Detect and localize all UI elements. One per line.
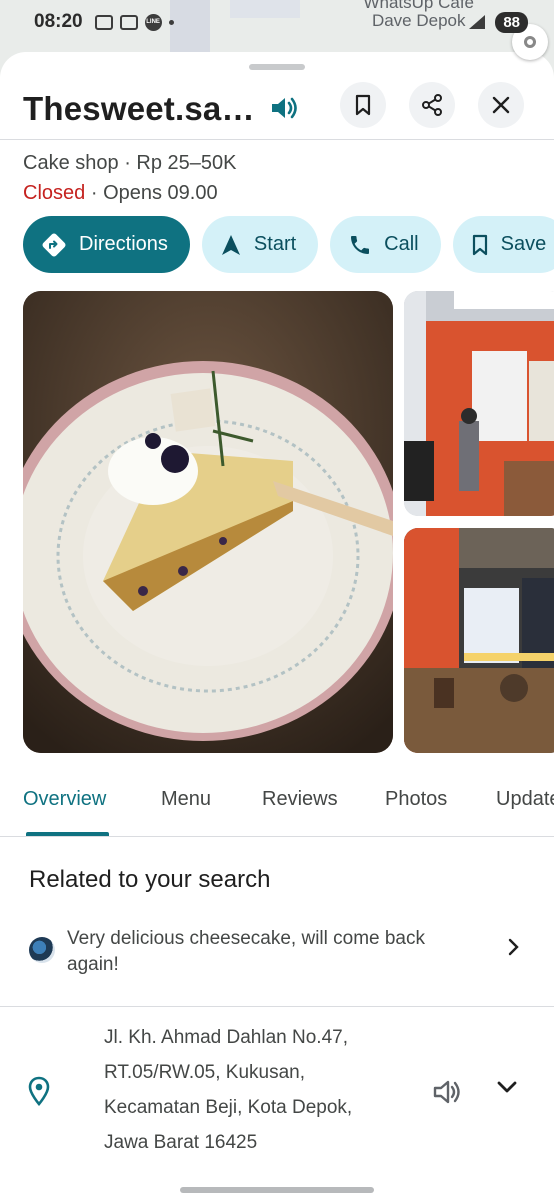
tab-updates[interactable]: Updates bbox=[496, 788, 554, 811]
bookmark-icon bbox=[355, 94, 371, 116]
save-place-button[interactable] bbox=[340, 82, 386, 128]
category-line: Cake shop · Rp 25–50K bbox=[23, 152, 237, 175]
hours-line[interactable]: Closed · Opens 09.00 bbox=[23, 182, 218, 205]
wallet-notification-icon bbox=[119, 14, 138, 30]
share-icon bbox=[422, 94, 442, 116]
tab-photos[interactable]: Photos bbox=[385, 788, 447, 811]
address-row[interactable]: Jl. Kh. Ahmad Dahlan No.47, RT.05/RW.05,… bbox=[0, 1020, 554, 1160]
review-text-line: again! bbox=[67, 954, 119, 975]
save-button[interactable]: Save bbox=[452, 216, 554, 273]
separator: · bbox=[124, 152, 131, 174]
place-title: Thesweet.sa… bbox=[23, 90, 255, 127]
start-label: Start bbox=[253, 233, 297, 255]
address-line: Kecamatan Beji, Kota Depok, bbox=[104, 1097, 353, 1118]
speaker-icon[interactable] bbox=[432, 1078, 464, 1106]
directions-label: Directions bbox=[79, 233, 168, 255]
status-bar: 08:20 LINE 88 bbox=[0, 0, 554, 44]
sheet-drag-handle[interactable] bbox=[249, 64, 305, 70]
separator: · bbox=[90, 182, 98, 204]
category-label: Cake shop bbox=[23, 152, 119, 174]
photo-carousel[interactable] bbox=[23, 291, 554, 753]
bookmark-icon bbox=[472, 234, 487, 255]
speaker-icon bbox=[272, 97, 297, 119]
directions-icon bbox=[42, 233, 66, 256]
place-tabs: Overview Menu Reviews Photos Updates bbox=[0, 772, 554, 836]
tab-reviews[interactable]: Reviews bbox=[262, 788, 338, 811]
address-line: Jawa Barat 16425 bbox=[104, 1132, 258, 1153]
price-range: Rp 25–50K bbox=[136, 152, 237, 174]
tabs-divider bbox=[0, 836, 554, 837]
address-line: Jl. Kh. Ahmad Dahlan No.47, bbox=[104, 1027, 348, 1048]
chevron-down-icon[interactable] bbox=[496, 1080, 518, 1094]
related-review-item[interactable]: Very delicious cheesecake, will come bac… bbox=[29, 924, 529, 984]
cheesecake-image bbox=[23, 291, 393, 753]
status-time: 08:20 bbox=[34, 11, 83, 32]
cafe-seating-image bbox=[404, 528, 554, 753]
opening-time: Opens 09.00 bbox=[103, 182, 218, 204]
open-status: Closed bbox=[23, 182, 86, 204]
interior-photo[interactable] bbox=[404, 291, 554, 516]
cafe-counter-image bbox=[404, 291, 554, 516]
place-header: Thesweet.sa… bbox=[0, 78, 554, 140]
action-chips: Directions Start Call Save bbox=[23, 216, 554, 273]
section-divider bbox=[0, 1006, 554, 1007]
gesture-nav-bar[interactable] bbox=[180, 1187, 374, 1193]
directions-button[interactable]: Directions bbox=[23, 216, 190, 273]
call-button[interactable]: Call bbox=[330, 216, 441, 273]
signal-icon bbox=[469, 15, 486, 29]
review-snippet: Very delicious cheesecake, will come bac… bbox=[67, 926, 467, 978]
close-icon bbox=[492, 96, 510, 114]
phone-icon bbox=[351, 235, 370, 254]
tab-menu[interactable]: Menu bbox=[161, 788, 211, 811]
navigation-arrow-icon bbox=[221, 234, 240, 255]
header-divider bbox=[0, 139, 554, 140]
save-label: Save bbox=[500, 233, 547, 255]
gallery-notification-icon bbox=[94, 14, 113, 30]
start-button[interactable]: Start bbox=[201, 216, 319, 273]
battery-indicator: 88 bbox=[495, 11, 528, 33]
address-line: RT.05/RW.05, Kukusan, bbox=[104, 1062, 306, 1083]
address-text: Jl. Kh. Ahmad Dahlan No.47, RT.05/RW.05,… bbox=[104, 1020, 352, 1160]
system-icons: 88 bbox=[467, 11, 528, 33]
notification-icons: LINE bbox=[94, 13, 174, 31]
reviewer-avatar bbox=[29, 937, 55, 963]
related-section-title: Related to your search bbox=[29, 866, 271, 893]
call-label: Call bbox=[384, 233, 419, 255]
chevron-right-icon bbox=[508, 938, 519, 956]
place-sheet: Thesweet.sa… Cake shop · Rp 25–50K Close… bbox=[0, 52, 554, 1200]
review-text-line: Very delicious cheesecake, will come bac… bbox=[67, 928, 426, 949]
location-pin-icon bbox=[28, 1076, 50, 1106]
tab-overview[interactable]: Overview bbox=[23, 788, 106, 811]
speak-name-button[interactable] bbox=[262, 86, 306, 130]
cake-photo[interactable] bbox=[23, 291, 393, 753]
line-app-icon: LINE bbox=[144, 13, 162, 31]
share-button[interactable] bbox=[409, 82, 455, 128]
more-notifications-icon bbox=[168, 19, 174, 25]
close-button[interactable] bbox=[478, 82, 524, 128]
interior-photo[interactable] bbox=[404, 528, 554, 753]
